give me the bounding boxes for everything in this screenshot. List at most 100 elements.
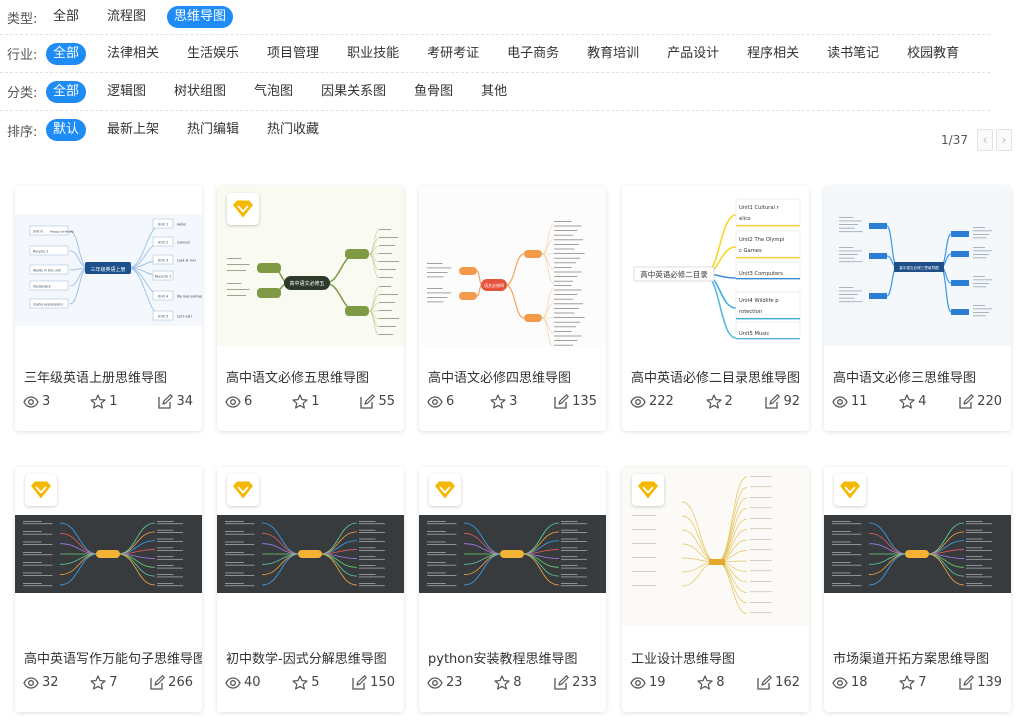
thumb-text: Unit 2 [158,241,168,245]
favorite-count[interactable]: 3 [490,394,517,409]
filter-option-type-2[interactable]: 思维导图 [167,6,234,28]
filter-option-type-0[interactable]: 全部 [46,6,86,28]
card-title[interactable]: python安装教程思维导图 [428,648,577,667]
filter-option-industry-5[interactable]: 考研考证 [420,43,486,65]
edit-count[interactable]: 139 [958,675,1002,690]
view-count-value: 11 [851,394,868,409]
filter-option-industry-9[interactable]: 程序相关 [740,43,806,65]
filter-option-category-3[interactable]: 气泡图 [247,81,300,103]
edit-count[interactable]: 135 [553,394,597,409]
template-card[interactable]: 高中英语写作万能句子思维导图 32 7 266 [15,467,202,712]
thumb-text: Unit2 The Olympi [739,237,784,243]
view-count: 23 [427,675,463,690]
filter-option-industry-4[interactable]: 职业技能 [340,43,406,65]
edit-icon [359,394,378,409]
card-title[interactable]: 初中数学-因式分解思维导图 [226,648,387,667]
filter-option-industry-2[interactable]: 生活娱乐 [180,43,246,65]
template-card[interactable]: 三年级英语上册 Unit 1 Hello! Unit 2 Colours! Unit 3 L… [15,186,202,431]
filter-option-sort-3[interactable]: 热门收藏 [260,119,326,141]
card-stats: 19 8 162 [630,675,800,690]
favorite-count[interactable]: 7 [90,675,118,690]
card-title[interactable]: 市场渠道开拓方案思维导图 [833,648,989,667]
edit-count[interactable]: 55 [359,394,395,409]
favorite-count[interactable]: 8 [494,675,522,690]
favorite-count[interactable]: 2 [705,394,733,409]
thumb-text: rotection [739,309,762,315]
card-title[interactable]: 高中语文必修四思维导图 [428,367,571,386]
card-title[interactable]: 高中英语必修二目录思维导图 [631,367,800,386]
card-title[interactable]: 高中语文必修三思维导图 [833,367,976,386]
template-card[interactable]: 高中语文必修五 高中语文必修五思维导图 6 1 55 [217,186,404,431]
favorite-count[interactable]: 1 [292,394,320,409]
filter-option-industry-6[interactable]: 电子商务 [500,43,566,65]
card-thumbnail[interactable]: 高中语文必修三思维导图 [824,186,1011,346]
filter-option-sort-0[interactable]: 默认 [46,119,87,141]
filter-option-industry-3[interactable]: 项目管理 [260,43,326,65]
filter-option-category-1[interactable]: 逻辑图 [100,81,153,103]
template-card[interactable]: 工业设计思维导图 19 8 162 [622,467,809,712]
filter-option-industry-8[interactable]: 产品设计 [660,43,726,65]
filter-option-category-6[interactable]: 其他 [474,81,514,103]
edit-count[interactable]: 220 [958,394,1002,409]
filter-option-sort-1[interactable]: 最新上架 [100,119,166,141]
filter-option-industry-0[interactable]: 全部 [46,42,87,65]
edit-count[interactable]: 34 [157,394,193,409]
view-count-value: 6 [244,394,253,409]
next-page-button[interactable]: › [996,129,1012,151]
card-title[interactable]: 三年级英语上册思维导图 [24,367,167,386]
star-icon [90,675,109,690]
thumb-text: 高中英语必修二目录 [640,269,708,279]
template-card[interactable]: 语文必修四 高中语文必修四思维导图 6 3 135 [419,186,606,431]
prev-page-button[interactable]: ‹ [977,129,993,151]
edit-count[interactable]: 150 [351,675,395,690]
edit-icon [958,394,977,409]
card-title[interactable]: 高中英语写作万能句子思维导图 [24,648,202,667]
filter-option-sort-2[interactable]: 热门编辑 [180,119,246,141]
template-card[interactable]: 高中英语必修二目录 Unit1 Cultural r elics Unit2 The … [622,186,809,431]
eye-icon [225,395,244,409]
template-card[interactable]: 高中语文必修三思维导图 高中语文必修三思维导图 11 4 220 [824,186,1011,431]
edit-count[interactable]: 92 [764,394,800,409]
template-card[interactable]: python安装教程思维导图 23 8 233 [419,467,606,712]
filter-option-category-4[interactable]: 因果关系图 [314,81,393,103]
favorite-count[interactable]: 4 [899,394,927,409]
filter-option-industry-10[interactable]: 读书笔记 [820,43,886,65]
thumb-text: Vocabulary [33,285,51,289]
view-count-value: 19 [649,675,666,690]
filter-option-industry-7[interactable]: 教育培训 [580,43,646,65]
filter-option-type-1[interactable]: 流程图 [100,6,153,28]
view-count-value: 3 [42,394,51,409]
edit-count-value: 34 [176,394,193,409]
card-title[interactable]: 高中语文必修五思维导图 [226,367,369,386]
card-thumbnail[interactable]: 语文必修四 [419,186,606,346]
filter-option-industry-11[interactable]: 校园教育 [900,43,966,65]
filter-option-category-0[interactable]: 全部 [46,80,87,103]
thumb-text: Hello! [177,223,186,227]
edit-count[interactable]: 266 [149,675,193,690]
template-card[interactable]: 初中数学-因式分解思维导图 40 5 150 [217,467,404,712]
edit-icon [553,394,572,409]
filter-option-category-2[interactable]: 树状组图 [167,81,233,103]
template-card[interactable]: 市场渠道开拓方案思维导图 18 7 139 [824,467,1011,712]
edit-count-value: 220 [977,394,1002,409]
edit-count-value: 135 [572,394,597,409]
filter-option-category-5[interactable]: 鱼骨图 [407,81,460,103]
mindmap-preview: 三年级英语上册 Unit 1 Hello! Unit 2 Colours! Unit 3 L… [15,186,202,346]
edit-count[interactable]: 233 [553,675,597,690]
eye-icon [23,676,42,690]
favorite-count[interactable]: 7 [899,675,927,690]
edit-count[interactable]: 162 [756,675,800,690]
mindmap-preview: 高中英语必修二目录 Unit1 Cultural r elics Unit2 The … [622,186,809,346]
thumb-text: Recycle 1 [155,275,172,279]
favorite-count-value: 3 [509,394,518,409]
favorite-count[interactable]: 1 [90,394,118,409]
favorite-count[interactable]: 5 [292,675,320,690]
card-thumbnail[interactable]: 三年级英语上册 Unit 1 Hello! Unit 2 Colours! Unit 3 L… [15,186,202,346]
favorite-count[interactable]: 8 [697,675,725,690]
filter-option-industry-1[interactable]: 法律相关 [100,43,166,65]
card-thumbnail[interactable]: 高中英语必修二目录 Unit1 Cultural r elics Unit2 The … [622,186,809,346]
thumb-text: Look at me! [177,259,196,263]
favorite-count-value: 1 [109,394,118,409]
card-title[interactable]: 工业设计思维导图 [631,648,735,667]
page-indicator: 1/37 [941,133,968,147]
